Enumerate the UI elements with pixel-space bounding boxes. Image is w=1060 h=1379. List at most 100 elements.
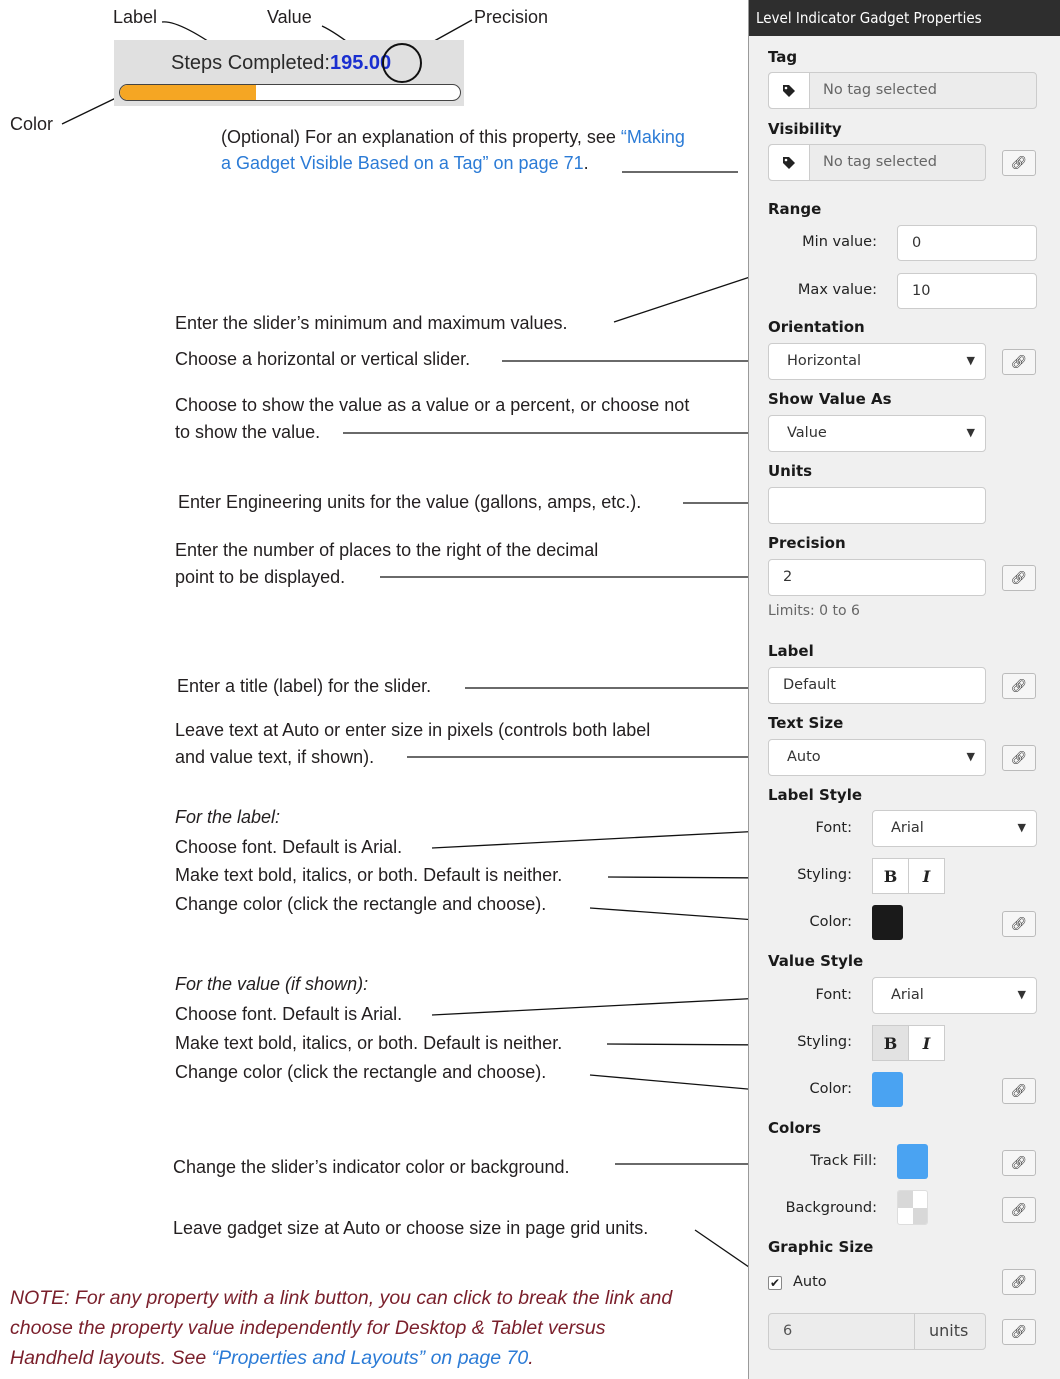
track-fill-swatch[interactable] [897, 1144, 928, 1179]
annotation-show-value-2: to show the value. [175, 422, 321, 442]
annotation-text-size-1: Leave text at Auto or enter size in pixe… [175, 720, 651, 740]
value-font-selected-value: Arial [891, 987, 924, 1003]
label-styling-label: Styling: [797, 867, 852, 883]
text-size-select[interactable]: Auto ▼ [768, 739, 986, 776]
properties-and-layouts-link[interactable]: “Properties and Layouts” on page 70 [212, 1347, 529, 1369]
label-heading: Label [768, 642, 814, 660]
label-style-link-button[interactable]: 🔗︎ [1002, 911, 1036, 937]
figure-label-label: Label [113, 7, 158, 27]
link-icon: 🔗︎ [1010, 1324, 1028, 1340]
annotation-visibility-text: (Optional) For an explanation of this pr… [221, 127, 621, 147]
label-bold-button[interactable]: B [872, 858, 909, 894]
annotation-for-label: For the label: [175, 807, 281, 827]
value-styling-label: Styling: [797, 1034, 852, 1050]
label-font-select[interactable]: Arial ▼ [872, 810, 1037, 847]
value-color-label: Color: [809, 1081, 853, 1097]
annotation-show-value-1: Choose to show the value as a value or a… [175, 395, 690, 415]
annotation-colors: Change the slider’s indicator color or b… [173, 1157, 570, 1177]
background-link-button[interactable]: 🔗︎ [1002, 1197, 1036, 1223]
note-line-3: Handheld layouts. See “Properties and La… [10, 1343, 672, 1373]
tag-selector[interactable]: No tag selected [768, 72, 1037, 109]
annotation-precision-1: Enter the number of places to the right … [175, 540, 599, 560]
chevron-down-icon: ▼ [966, 750, 975, 763]
tag-icon [769, 145, 810, 180]
precision-link-button[interactable]: 🔗︎ [1002, 565, 1036, 591]
background-label: Background: [785, 1200, 877, 1216]
value-font-label: Font: [815, 987, 852, 1003]
units-input[interactable] [768, 487, 986, 524]
link-icon: 🔗︎ [1010, 155, 1028, 171]
show-value-as-select[interactable]: Value ▼ [768, 415, 986, 452]
precision-input[interactable]: 2 [768, 559, 986, 596]
value-italic-button[interactable]: I [908, 1025, 945, 1061]
graphic-size-input[interactable]: 6 [768, 1313, 915, 1350]
orientation-heading: Orientation [768, 318, 865, 336]
graphic-size-link-button[interactable]: 🔗︎ [1002, 1269, 1036, 1295]
tag-placeholder: No tag selected [823, 82, 937, 98]
label-color-swatch[interactable] [872, 905, 903, 940]
link-icon: 🔗︎ [1010, 916, 1028, 932]
transparent-checker-cell [898, 1191, 913, 1208]
annotation-label: Enter a title (label) for the slider. [177, 676, 432, 696]
visibility-link-part2[interactable]: a Gadget Visible Based on a Tag” on page… [221, 153, 584, 173]
annotation-for-value: For the value (if shown): [175, 974, 369, 994]
range-heading: Range [768, 200, 822, 218]
text-size-selected-value: Auto [787, 749, 821, 765]
annotation-label-styling: Make text bold, italics, or both. Defaul… [175, 865, 563, 885]
annotation-value-styling: Make text bold, italics, or both. Defaul… [175, 1033, 563, 1053]
label-link-button[interactable]: 🔗︎ [1002, 673, 1036, 699]
min-value-input[interactable]: 0 [897, 225, 1037, 261]
tag-heading: Tag [768, 48, 798, 66]
visibility-tag-selector[interactable]: No tag selected [768, 144, 986, 181]
value-bold-button[interactable]: B [872, 1025, 909, 1061]
label-font-label: Font: [815, 820, 852, 836]
min-value-label: Min value: [802, 234, 877, 250]
annotation-orientation: Choose a horizontal or vertical slider. [175, 349, 471, 369]
annotation-label-color: Change color (click the rectangle and ch… [175, 894, 547, 914]
value-color-swatch[interactable] [872, 1072, 903, 1107]
graphic-size-units-link-button[interactable]: 🔗︎ [1002, 1319, 1036, 1345]
annotation-text-size-2: and value text, if shown). [175, 747, 375, 767]
annotation-units: Enter Engineering units for the value (g… [178, 492, 642, 512]
transparent-checker-cell [913, 1208, 927, 1224]
note-line-2: choose the property value independently … [10, 1317, 606, 1339]
note-line-3-text: Handheld layouts. See [10, 1347, 212, 1369]
label-italic-button[interactable]: I [908, 858, 945, 894]
link-icon: 🔗︎ [1010, 1155, 1028, 1171]
text-size-link-button[interactable]: 🔗︎ [1002, 745, 1036, 771]
track-fill-link-button[interactable]: 🔗︎ [1002, 1150, 1036, 1176]
colors-heading: Colors [768, 1119, 822, 1137]
link-icon: 🔗︎ [1010, 1202, 1028, 1218]
label-font-selected-value: Arial [891, 820, 924, 836]
link-icon: 🔗︎ [1010, 750, 1028, 766]
link-icon: 🔗︎ [1010, 354, 1028, 370]
annotation-graphic-size: Leave gadget size at Auto or choose size… [173, 1218, 649, 1238]
check-icon: ✔ [769, 1276, 781, 1290]
graphic-size-auto-checkbox[interactable]: ✔ [768, 1276, 782, 1290]
orientation-select[interactable]: Horizontal ▼ [768, 343, 986, 380]
link-icon: 🔗︎ [1010, 678, 1028, 694]
annotation-precision-2: point to be displayed. [175, 567, 346, 587]
value-style-link-button[interactable]: 🔗︎ [1002, 1078, 1036, 1104]
visibility-link-button[interactable]: 🔗︎ [1002, 150, 1036, 176]
precision-highlight-circle [382, 43, 422, 83]
max-value-input[interactable]: 10 [897, 273, 1037, 309]
label-input[interactable]: Default [768, 667, 986, 704]
sample-gadget-label: Steps Completed: [171, 52, 330, 74]
label-style-heading: Label Style [768, 786, 863, 804]
visibility-link-part1[interactable]: “Making [621, 127, 685, 147]
annotation-label-font: Choose font. Default is Arial. [175, 837, 403, 857]
show-value-as-selected-value: Value [787, 425, 827, 441]
sample-gadget-value-int: 195 [329, 52, 364, 74]
graphic-size-units-addon: units [914, 1313, 986, 1350]
chevron-down-icon: ▼ [1017, 821, 1026, 834]
value-font-select[interactable]: Arial ▼ [872, 977, 1037, 1014]
visibility-placeholder: No tag selected [823, 154, 937, 170]
sample-gadget-track [119, 84, 461, 101]
max-value-label: Max value: [797, 282, 877, 298]
background-color-swatch[interactable] [897, 1190, 928, 1225]
units-heading: Units [768, 462, 813, 480]
note-line-3-end: . [528, 1347, 534, 1369]
visibility-heading: Visibility [768, 120, 842, 138]
orientation-link-button[interactable]: 🔗︎ [1002, 349, 1036, 375]
